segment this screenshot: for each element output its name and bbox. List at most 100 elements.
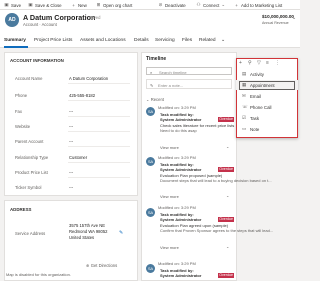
phone-label: Phone — [15, 93, 28, 98]
activity-icon: ▤ — [242, 71, 247, 76]
record-subtitle: Account · Account — [23, 22, 57, 27]
parent-account-label: Parent Account — [15, 139, 44, 144]
tab-assets-and-locations[interactable]: Assets and Locations — [80, 38, 126, 43]
timeline-group-header[interactable]: ⌄ Recent — [146, 97, 164, 102]
field-divider — [68, 146, 130, 147]
list-icon[interactable]: ≡ — [266, 60, 275, 66]
tab-summary[interactable]: Summary — [4, 38, 26, 43]
relationship-type-field[interactable]: Customer — [69, 155, 87, 160]
menu-item-activity[interactable]: ▤ Activity — [236, 69, 298, 79]
menu-item-appointment[interactable]: ▦ Appointment — [236, 80, 298, 90]
menu-item-task[interactable]: ☑ Task — [236, 113, 298, 123]
plus-icon[interactable]: + — [239, 60, 248, 66]
activity-owner[interactable]: System Administrator — [160, 217, 201, 222]
website-field[interactable]: --- — [69, 124, 73, 129]
timeline-toolbar: + ⚲ ▽ ≡ ⋮ — [239, 60, 284, 66]
save-icon: ▣ — [4, 2, 9, 7]
add-to-marketing-list-button[interactable]: + Add to Marketing List — [234, 2, 282, 8]
field-divider — [68, 177, 130, 178]
status-badge: Overdue — [218, 217, 235, 222]
annual-revenue-value: $10,000,000.00 — [262, 14, 294, 19]
product-price-list-field[interactable]: --- — [69, 170, 73, 175]
saved-status: - Saved — [86, 15, 101, 20]
tab-servicing[interactable]: Servicing — [155, 38, 175, 43]
note-input[interactable]: ✎ Enter a note... — [146, 79, 232, 89]
task-icon: ☑ — [242, 115, 247, 120]
account-information-title: ACCOUNT INFORMATION — [10, 58, 64, 63]
activity-modified: Modified on: 3:29 PM — [158, 155, 196, 160]
status-badge: Overdue — [218, 117, 235, 122]
activity-owner[interactable]: System Administrator — [160, 167, 201, 172]
deactivate-icon: ⊘ — [158, 2, 163, 7]
fax-label: Fax — [15, 109, 22, 114]
add-list-icon: + — [235, 2, 238, 8]
service-address-label: Service Address — [15, 231, 46, 236]
account-name-field[interactable]: A Datum Corporation — [69, 76, 108, 81]
filter-icon[interactable]: ▽ — [257, 60, 266, 66]
search-icon: ⌕ — [150, 69, 153, 75]
timeline-search-input[interactable]: ⌕ Search timeline — [146, 67, 232, 75]
pencil-icon: ✎ — [150, 82, 154, 88]
activity-owner[interactable]: System Administrator — [160, 273, 201, 278]
edit-icon[interactable]: ✎ — [119, 230, 123, 236]
view-more-link[interactable]: View more — [160, 245, 179, 250]
tab-related[interactable]: Related — [199, 38, 216, 43]
ticker-symbol-field[interactable]: --- — [69, 185, 73, 190]
view-more-link[interactable]: View more — [160, 194, 179, 199]
product-price-list-label: Product Price List — [15, 170, 48, 175]
address-card — [4, 200, 138, 281]
service-address-line-2[interactable]: Redmond WA 98052 — [69, 229, 108, 234]
save-close-button[interactable]: ▣ Save & Close — [28, 2, 61, 8]
activity-modified: Modified on: 3:29 PM — [158, 105, 196, 110]
status-badge: Overdue — [218, 273, 235, 278]
avatar: SA — [146, 264, 155, 273]
view-more-link[interactable]: View more — [160, 145, 179, 150]
chevron-down-icon[interactable]: ⌄ — [221, 38, 225, 43]
activity-owner[interactable]: System Administrator — [160, 117, 201, 122]
note-icon: ▭ — [242, 126, 247, 131]
parent-account-field[interactable]: --- — [69, 139, 73, 144]
address-title: ADDRESS — [10, 207, 32, 212]
deactivate-button[interactable]: ⊘ Deactivate — [158, 2, 186, 8]
field-divider — [68, 100, 130, 101]
save-button[interactable]: ▣ Save — [4, 2, 21, 8]
connect-button[interactable]: ⚇ Connect ⌄ — [196, 2, 226, 8]
service-address-line-3[interactable]: United States — [69, 235, 94, 240]
bookmark-icon[interactable]: ⚲ — [248, 60, 257, 66]
menu-item-email[interactable]: ✉ Email — [236, 91, 298, 101]
activity-description: Need to do this asap — [160, 128, 197, 133]
field-divider — [68, 131, 130, 132]
new-button[interactable]: + New — [71, 2, 87, 8]
field-divider — [68, 83, 130, 84]
annual-revenue-label: Annual Revenue — [262, 21, 289, 25]
chevron-down-icon: ⌄ — [221, 2, 226, 7]
tab-details[interactable]: Details — [134, 38, 149, 43]
plus-icon: + — [72, 2, 75, 8]
more-icon[interactable]: ⋮ — [275, 60, 284, 66]
activity-modified: Modified on: 3:29 PM — [158, 205, 196, 210]
fax-field[interactable]: --- — [69, 109, 73, 114]
activity-description: Document steps that will lead to a buyin… — [160, 178, 272, 183]
activity-modified: Modified on: 3:29 PM — [158, 261, 196, 266]
menu-item-phone-call[interactable]: ☏ Phone Call — [236, 102, 298, 112]
status-badge: Overdue — [218, 167, 235, 172]
field-divider — [68, 162, 130, 163]
chevron-down-icon[interactable]: ⌄ — [226, 144, 230, 149]
open-org-chart-button[interactable]: ⊞ Open org chart — [96, 2, 133, 8]
timeline-title: Timeline — [146, 56, 167, 62]
phone-icon: ☏ — [242, 104, 248, 109]
tab-project-price-lists[interactable]: Project Price Lists — [34, 38, 72, 43]
tab-files[interactable]: Files — [182, 38, 192, 43]
chevron-down-icon[interactable]: ⌄ — [292, 15, 296, 21]
get-directions-button[interactable]: ⊕ Get Directions — [86, 263, 117, 268]
page-title: A Datum Corporation — [23, 13, 96, 22]
phone-field[interactable]: 425-555-8182 — [69, 93, 95, 98]
chevron-down-icon[interactable]: ⌄ — [226, 244, 230, 249]
menu-item-note[interactable]: ▭ Note — [236, 124, 298, 134]
service-address-line-1[interactable]: 3575 157th Ave NE — [69, 223, 105, 228]
chevron-down-icon[interactable]: ⌄ — [226, 193, 230, 198]
save-close-icon: ▣ — [28, 2, 33, 7]
activity-description: Confirm that Proven Sponsor agrees to th… — [160, 228, 274, 233]
appointment-icon: ▦ — [242, 82, 247, 87]
website-label: Website — [15, 124, 31, 129]
